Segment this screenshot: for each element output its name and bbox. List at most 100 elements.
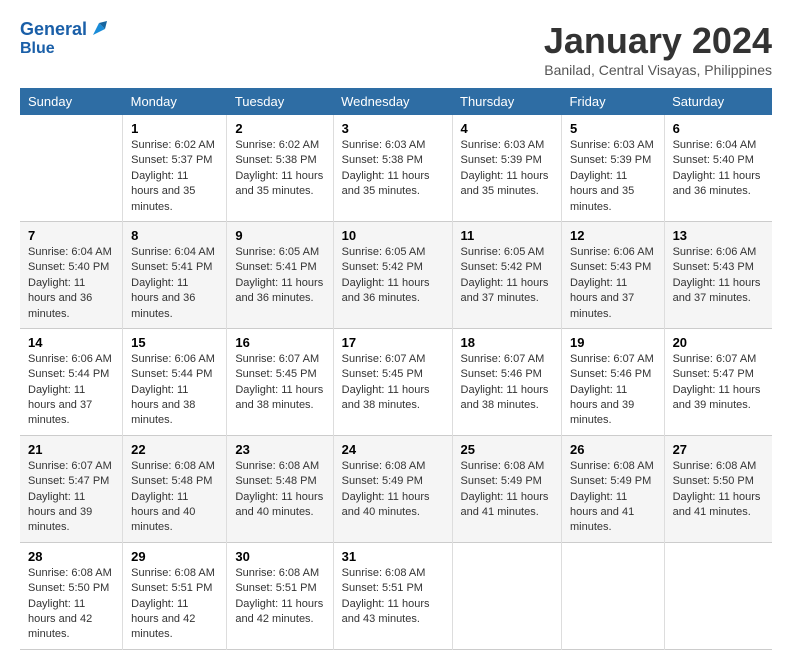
daylight-text: Daylight: 11 hours and 38 minutes. xyxy=(461,384,549,411)
logo-text-line1: General xyxy=(20,20,87,40)
daylight-text: Daylight: 11 hours and 42 minutes. xyxy=(235,598,323,625)
sunrise-text: Sunrise: 6:07 AM xyxy=(342,353,426,365)
sunrise-text: Sunrise: 6:08 AM xyxy=(235,567,319,579)
day-info: Sunrise: 6:04 AM Sunset: 5:40 PM Dayligh… xyxy=(28,245,114,322)
sunset-text: Sunset: 5:50 PM xyxy=(673,475,754,487)
calendar-cell: 25 Sunrise: 6:08 AM Sunset: 5:49 PM Dayl… xyxy=(452,435,561,542)
calendar-cell: 24 Sunrise: 6:08 AM Sunset: 5:49 PM Dayl… xyxy=(333,435,452,542)
sunset-text: Sunset: 5:46 PM xyxy=(461,368,542,380)
day-number: 2 xyxy=(235,121,324,136)
col-wednesday: Wednesday xyxy=(333,88,452,115)
month-title: January 2024 xyxy=(544,20,772,62)
sunset-text: Sunset: 5:51 PM xyxy=(235,582,316,594)
daylight-text: Daylight: 11 hours and 38 minutes. xyxy=(342,384,430,411)
calendar-cell: 1 Sunrise: 6:02 AM Sunset: 5:37 PM Dayli… xyxy=(123,115,227,221)
sunset-text: Sunset: 5:41 PM xyxy=(235,261,316,273)
calendar-cell: 15 Sunrise: 6:06 AM Sunset: 5:44 PM Dayl… xyxy=(123,328,227,435)
day-number: 19 xyxy=(570,335,656,350)
sunset-text: Sunset: 5:50 PM xyxy=(28,582,109,594)
daylight-text: Daylight: 11 hours and 40 minutes. xyxy=(235,491,323,518)
day-number: 23 xyxy=(235,442,324,457)
calendar-cell: 4 Sunrise: 6:03 AM Sunset: 5:39 PM Dayli… xyxy=(452,115,561,221)
sunset-text: Sunset: 5:45 PM xyxy=(235,368,316,380)
daylight-text: Daylight: 11 hours and 37 minutes. xyxy=(28,384,92,427)
calendar-cell xyxy=(452,542,561,649)
daylight-text: Daylight: 11 hours and 35 minutes. xyxy=(131,170,195,213)
sunrise-text: Sunrise: 6:07 AM xyxy=(570,353,654,365)
sunrise-text: Sunrise: 6:04 AM xyxy=(673,139,757,151)
sunset-text: Sunset: 5:49 PM xyxy=(342,475,423,487)
title-area: January 2024 Banilad, Central Visayas, P… xyxy=(544,20,772,78)
day-info: Sunrise: 6:08 AM Sunset: 5:48 PM Dayligh… xyxy=(131,459,218,536)
day-info: Sunrise: 6:05 AM Sunset: 5:41 PM Dayligh… xyxy=(235,245,324,307)
sunrise-text: Sunrise: 6:02 AM xyxy=(131,139,215,151)
day-info: Sunrise: 6:03 AM Sunset: 5:39 PM Dayligh… xyxy=(570,138,656,215)
sunrise-text: Sunrise: 6:07 AM xyxy=(28,460,112,472)
calendar-cell: 2 Sunrise: 6:02 AM Sunset: 5:38 PM Dayli… xyxy=(227,115,333,221)
calendar-cell: 10 Sunrise: 6:05 AM Sunset: 5:42 PM Dayl… xyxy=(333,221,452,328)
calendar-cell: 21 Sunrise: 6:07 AM Sunset: 5:47 PM Dayl… xyxy=(20,435,123,542)
sunset-text: Sunset: 5:45 PM xyxy=(342,368,423,380)
day-number: 8 xyxy=(131,228,218,243)
sunset-text: Sunset: 5:49 PM xyxy=(570,475,651,487)
daylight-text: Daylight: 11 hours and 35 minutes. xyxy=(461,170,549,197)
sunset-text: Sunset: 5:37 PM xyxy=(131,154,212,166)
day-info: Sunrise: 6:08 AM Sunset: 5:51 PM Dayligh… xyxy=(342,566,444,628)
day-number: 7 xyxy=(28,228,114,243)
day-number: 10 xyxy=(342,228,444,243)
daylight-text: Daylight: 11 hours and 39 minutes. xyxy=(28,491,92,534)
daylight-text: Daylight: 11 hours and 37 minutes. xyxy=(673,277,761,304)
day-number: 5 xyxy=(570,121,656,136)
calendar-cell: 3 Sunrise: 6:03 AM Sunset: 5:38 PM Dayli… xyxy=(333,115,452,221)
day-info: Sunrise: 6:07 AM Sunset: 5:45 PM Dayligh… xyxy=(235,352,324,414)
sunset-text: Sunset: 5:42 PM xyxy=(342,261,423,273)
sunrise-text: Sunrise: 6:06 AM xyxy=(570,246,654,258)
location-subtitle: Banilad, Central Visayas, Philippines xyxy=(544,62,772,78)
day-info: Sunrise: 6:07 AM Sunset: 5:45 PM Dayligh… xyxy=(342,352,444,414)
sunrise-text: Sunrise: 6:04 AM xyxy=(131,246,215,258)
sunrise-text: Sunrise: 6:03 AM xyxy=(570,139,654,151)
day-info: Sunrise: 6:06 AM Sunset: 5:44 PM Dayligh… xyxy=(131,352,218,429)
day-number: 21 xyxy=(28,442,114,457)
sunset-text: Sunset: 5:46 PM xyxy=(570,368,651,380)
daylight-text: Daylight: 11 hours and 39 minutes. xyxy=(570,384,634,427)
day-info: Sunrise: 6:06 AM Sunset: 5:43 PM Dayligh… xyxy=(570,245,656,322)
day-number: 16 xyxy=(235,335,324,350)
day-info: Sunrise: 6:04 AM Sunset: 5:40 PM Dayligh… xyxy=(673,138,764,200)
day-number: 28 xyxy=(28,549,114,564)
calendar-cell: 5 Sunrise: 6:03 AM Sunset: 5:39 PM Dayli… xyxy=(561,115,664,221)
sunset-text: Sunset: 5:39 PM xyxy=(570,154,651,166)
sunrise-text: Sunrise: 6:08 AM xyxy=(570,460,654,472)
daylight-text: Daylight: 11 hours and 39 minutes. xyxy=(673,384,761,411)
calendar-cell: 22 Sunrise: 6:08 AM Sunset: 5:48 PM Dayl… xyxy=(123,435,227,542)
sunset-text: Sunset: 5:40 PM xyxy=(673,154,754,166)
day-number: 13 xyxy=(673,228,764,243)
calendar-cell xyxy=(664,542,772,649)
day-info: Sunrise: 6:08 AM Sunset: 5:51 PM Dayligh… xyxy=(235,566,324,628)
sunrise-text: Sunrise: 6:07 AM xyxy=(461,353,545,365)
calendar-table: Sunday Monday Tuesday Wednesday Thursday… xyxy=(20,88,772,650)
sunset-text: Sunset: 5:41 PM xyxy=(131,261,212,273)
calendar-cell xyxy=(20,115,123,221)
daylight-text: Daylight: 11 hours and 36 minutes. xyxy=(673,170,761,197)
sunrise-text: Sunrise: 6:08 AM xyxy=(461,460,545,472)
calendar-cell: 8 Sunrise: 6:04 AM Sunset: 5:41 PM Dayli… xyxy=(123,221,227,328)
daylight-text: Daylight: 11 hours and 36 minutes. xyxy=(342,277,430,304)
day-number: 17 xyxy=(342,335,444,350)
day-info: Sunrise: 6:03 AM Sunset: 5:39 PM Dayligh… xyxy=(461,138,553,200)
logo: General Blue xyxy=(20,20,107,57)
daylight-text: Daylight: 11 hours and 43 minutes. xyxy=(342,598,430,625)
sunrise-text: Sunrise: 6:06 AM xyxy=(131,353,215,365)
day-info: Sunrise: 6:08 AM Sunset: 5:50 PM Dayligh… xyxy=(673,459,764,521)
sunset-text: Sunset: 5:51 PM xyxy=(131,582,212,594)
sunrise-text: Sunrise: 6:03 AM xyxy=(342,139,426,151)
col-saturday: Saturday xyxy=(664,88,772,115)
sunrise-text: Sunrise: 6:03 AM xyxy=(461,139,545,151)
day-info: Sunrise: 6:02 AM Sunset: 5:38 PM Dayligh… xyxy=(235,138,324,200)
calendar-cell: 12 Sunrise: 6:06 AM Sunset: 5:43 PM Dayl… xyxy=(561,221,664,328)
daylight-text: Daylight: 11 hours and 38 minutes. xyxy=(131,384,195,427)
sunset-text: Sunset: 5:40 PM xyxy=(28,261,109,273)
col-tuesday: Tuesday xyxy=(227,88,333,115)
calendar-week-4: 21 Sunrise: 6:07 AM Sunset: 5:47 PM Dayl… xyxy=(20,435,772,542)
col-thursday: Thursday xyxy=(452,88,561,115)
